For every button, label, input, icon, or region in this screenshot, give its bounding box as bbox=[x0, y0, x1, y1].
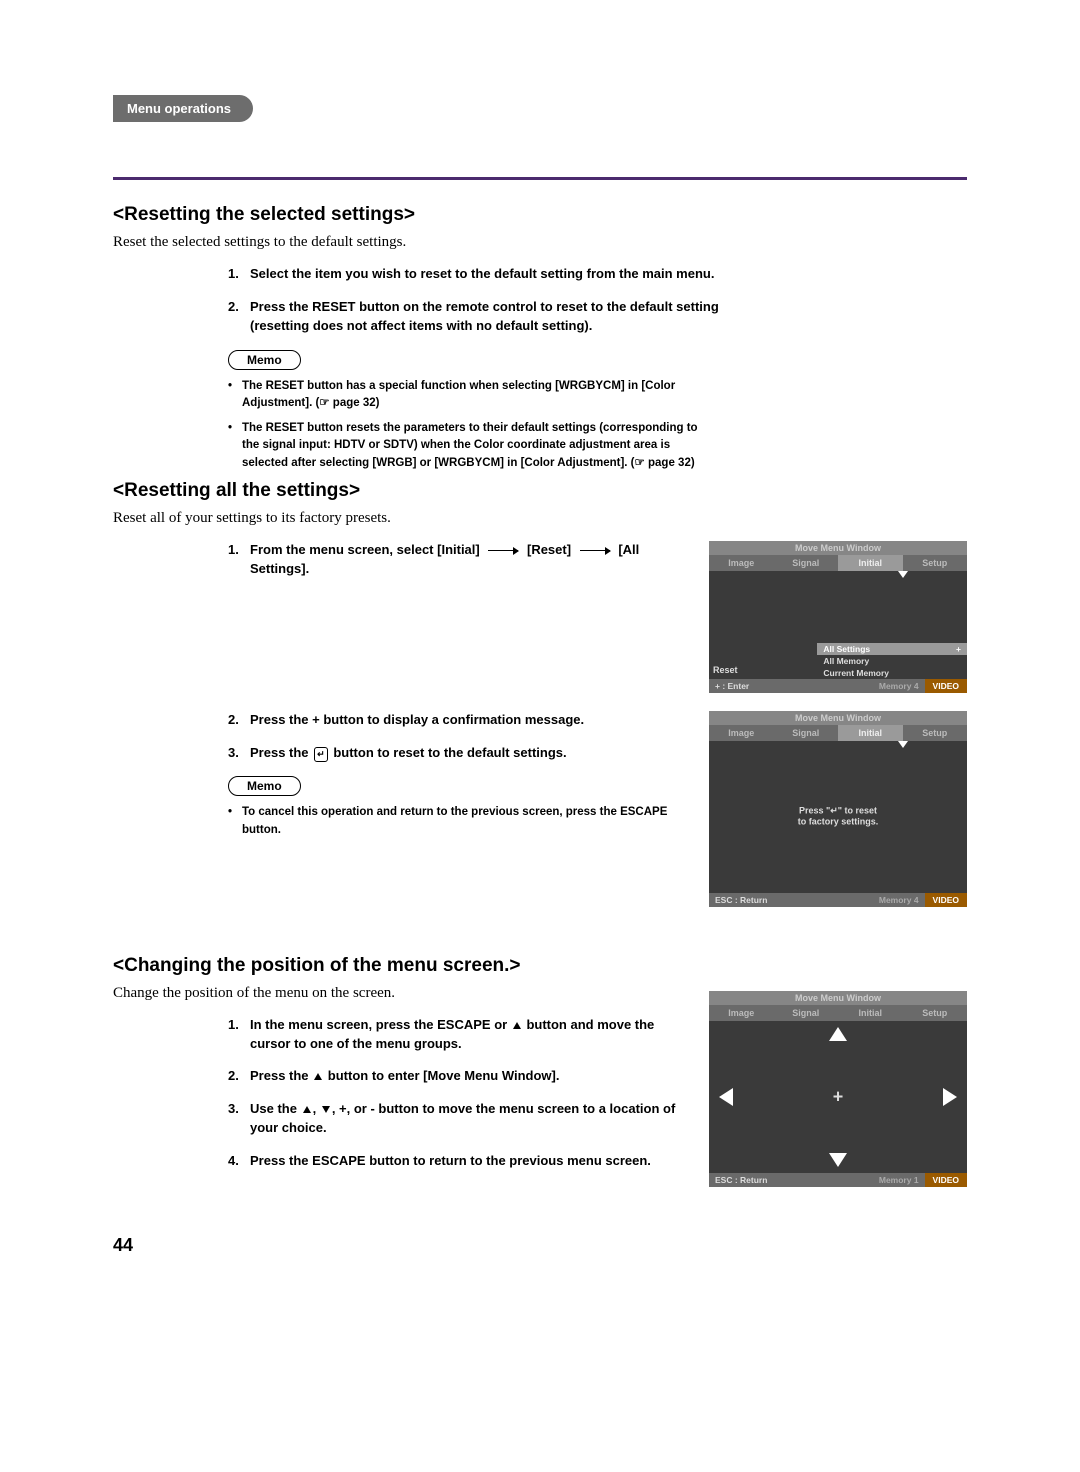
step-item: 3. Use the , , +, or - button to move th… bbox=[228, 1100, 689, 1138]
page-number: 44 bbox=[113, 1235, 1080, 1256]
step-text: Press the RESET button on the remote con… bbox=[250, 298, 738, 336]
osd-screenshot-move: Move Menu Window Image Signal Initial Se… bbox=[709, 991, 967, 1187]
osd-foot-mid: Memory 1 bbox=[873, 1173, 925, 1187]
osd-option-selected: All Settings+ bbox=[817, 643, 967, 655]
step-item: 2.Press the + button to display a confir… bbox=[228, 711, 689, 730]
osd-foot-left: + : Enter bbox=[709, 679, 873, 693]
step-item: 1. From the menu screen, select [Initial… bbox=[228, 541, 689, 579]
section-intro: Reset all of your settings to its factor… bbox=[113, 510, 967, 527]
triangle-up-icon bbox=[303, 1106, 311, 1113]
osd-foot-left: ESC : Return bbox=[709, 1173, 873, 1187]
memo-item: The RESET button resets the parameters t… bbox=[228, 420, 708, 472]
osd-foot-right: VIDEO bbox=[925, 893, 967, 907]
osd-foot-right: VIDEO bbox=[925, 679, 967, 693]
memo-item: The RESET button has a special function … bbox=[228, 378, 708, 413]
arrow-up-icon bbox=[829, 1027, 847, 1041]
section-intro: Change the position of the menu on the s… bbox=[113, 985, 689, 1002]
osd-option: All Memory bbox=[817, 655, 967, 667]
arrow-icon bbox=[488, 550, 518, 552]
osd-foot-mid: Memory 4 bbox=[873, 893, 925, 907]
triangle-up-icon bbox=[314, 1073, 322, 1080]
section-title: <Resetting all the settings> bbox=[113, 480, 967, 502]
enter-icon: ↵ bbox=[314, 747, 328, 762]
osd-tab: Signal bbox=[774, 555, 839, 571]
pointer-icon bbox=[898, 741, 908, 748]
plus-icon: + bbox=[833, 1086, 844, 1107]
osd-tab: Initial bbox=[838, 1005, 903, 1021]
arrow-right-icon bbox=[943, 1088, 957, 1106]
memo-badge: Memo bbox=[228, 350, 301, 370]
osd-tab-active: Initial bbox=[838, 725, 903, 741]
osd-title: Move Menu Window bbox=[709, 711, 967, 725]
osd-screenshot-confirm: Move Menu Window Image Signal Initial Se… bbox=[709, 711, 967, 907]
step-item: 4.Press the ESCAPE button to return to t… bbox=[228, 1152, 689, 1171]
osd-side-label: Reset bbox=[713, 665, 738, 675]
triangle-down-icon bbox=[322, 1106, 330, 1113]
arrow-icon bbox=[580, 550, 610, 552]
step-item: 1.Select the item you wish to reset to t… bbox=[228, 265, 738, 284]
step-text: From the menu screen, select [Initial] [… bbox=[250, 541, 689, 579]
osd-tab: Signal bbox=[774, 1005, 839, 1021]
step-text: Press the ESCAPE button to return to the… bbox=[250, 1152, 651, 1171]
section-intro: Reset the selected settings to the defau… bbox=[113, 234, 967, 251]
divider bbox=[113, 177, 967, 180]
section-title: <Resetting the selected settings> bbox=[113, 204, 967, 226]
arrow-down-icon bbox=[829, 1153, 847, 1167]
osd-foot-left: ESC : Return bbox=[709, 893, 873, 907]
osd-tab-active: Initial bbox=[838, 555, 903, 571]
osd-tab: Signal bbox=[774, 725, 839, 741]
osd-screenshot-reset: Move Menu Window Image Signal Initial Se… bbox=[709, 541, 967, 693]
step-item: 3. Press the ↵ button to reset to the de… bbox=[228, 744, 689, 763]
osd-tab: Image bbox=[709, 725, 774, 741]
pointer-icon bbox=[898, 571, 908, 578]
step-item: 1. In the menu screen, press the ESCAPE … bbox=[228, 1016, 689, 1054]
osd-tab: Setup bbox=[903, 555, 968, 571]
memo-badge: Memo bbox=[228, 776, 301, 796]
step-text: Press the ↵ button to reset to the defau… bbox=[250, 744, 567, 763]
section-title: <Changing the position of the menu scree… bbox=[113, 955, 689, 977]
memo-item: To cancel this operation and return to t… bbox=[228, 804, 689, 839]
step-text: Use the , , +, or - button to move the m… bbox=[250, 1100, 689, 1138]
tab-label: Menu operations bbox=[113, 95, 253, 122]
osd-foot-mid: Memory 4 bbox=[873, 679, 925, 693]
triangle-up-icon bbox=[513, 1022, 521, 1029]
osd-foot-right: VIDEO bbox=[925, 1173, 967, 1187]
step-item: 2. Press the button to enter [Move Menu … bbox=[228, 1067, 689, 1086]
section-tab: Menu operations bbox=[113, 95, 1080, 122]
osd-title: Move Menu Window bbox=[709, 541, 967, 555]
osd-option: Current Memory bbox=[817, 667, 967, 679]
osd-tab: Setup bbox=[903, 1005, 968, 1021]
step-item: 2.Press the RESET button on the remote c… bbox=[228, 298, 738, 336]
osd-hint: Press "↵" to resetto factory settings. bbox=[798, 805, 879, 828]
osd-tab: Image bbox=[709, 1005, 774, 1021]
arrow-left-icon bbox=[719, 1088, 733, 1106]
osd-title: Move Menu Window bbox=[709, 991, 967, 1005]
step-text: Press the + button to display a confirma… bbox=[250, 711, 584, 730]
osd-tab: Setup bbox=[903, 725, 968, 741]
step-text: Press the button to enter [Move Menu Win… bbox=[250, 1067, 559, 1086]
step-text: Select the item you wish to reset to the… bbox=[250, 265, 714, 284]
osd-tab: Image bbox=[709, 555, 774, 571]
step-text: In the menu screen, press the ESCAPE or … bbox=[250, 1016, 689, 1054]
